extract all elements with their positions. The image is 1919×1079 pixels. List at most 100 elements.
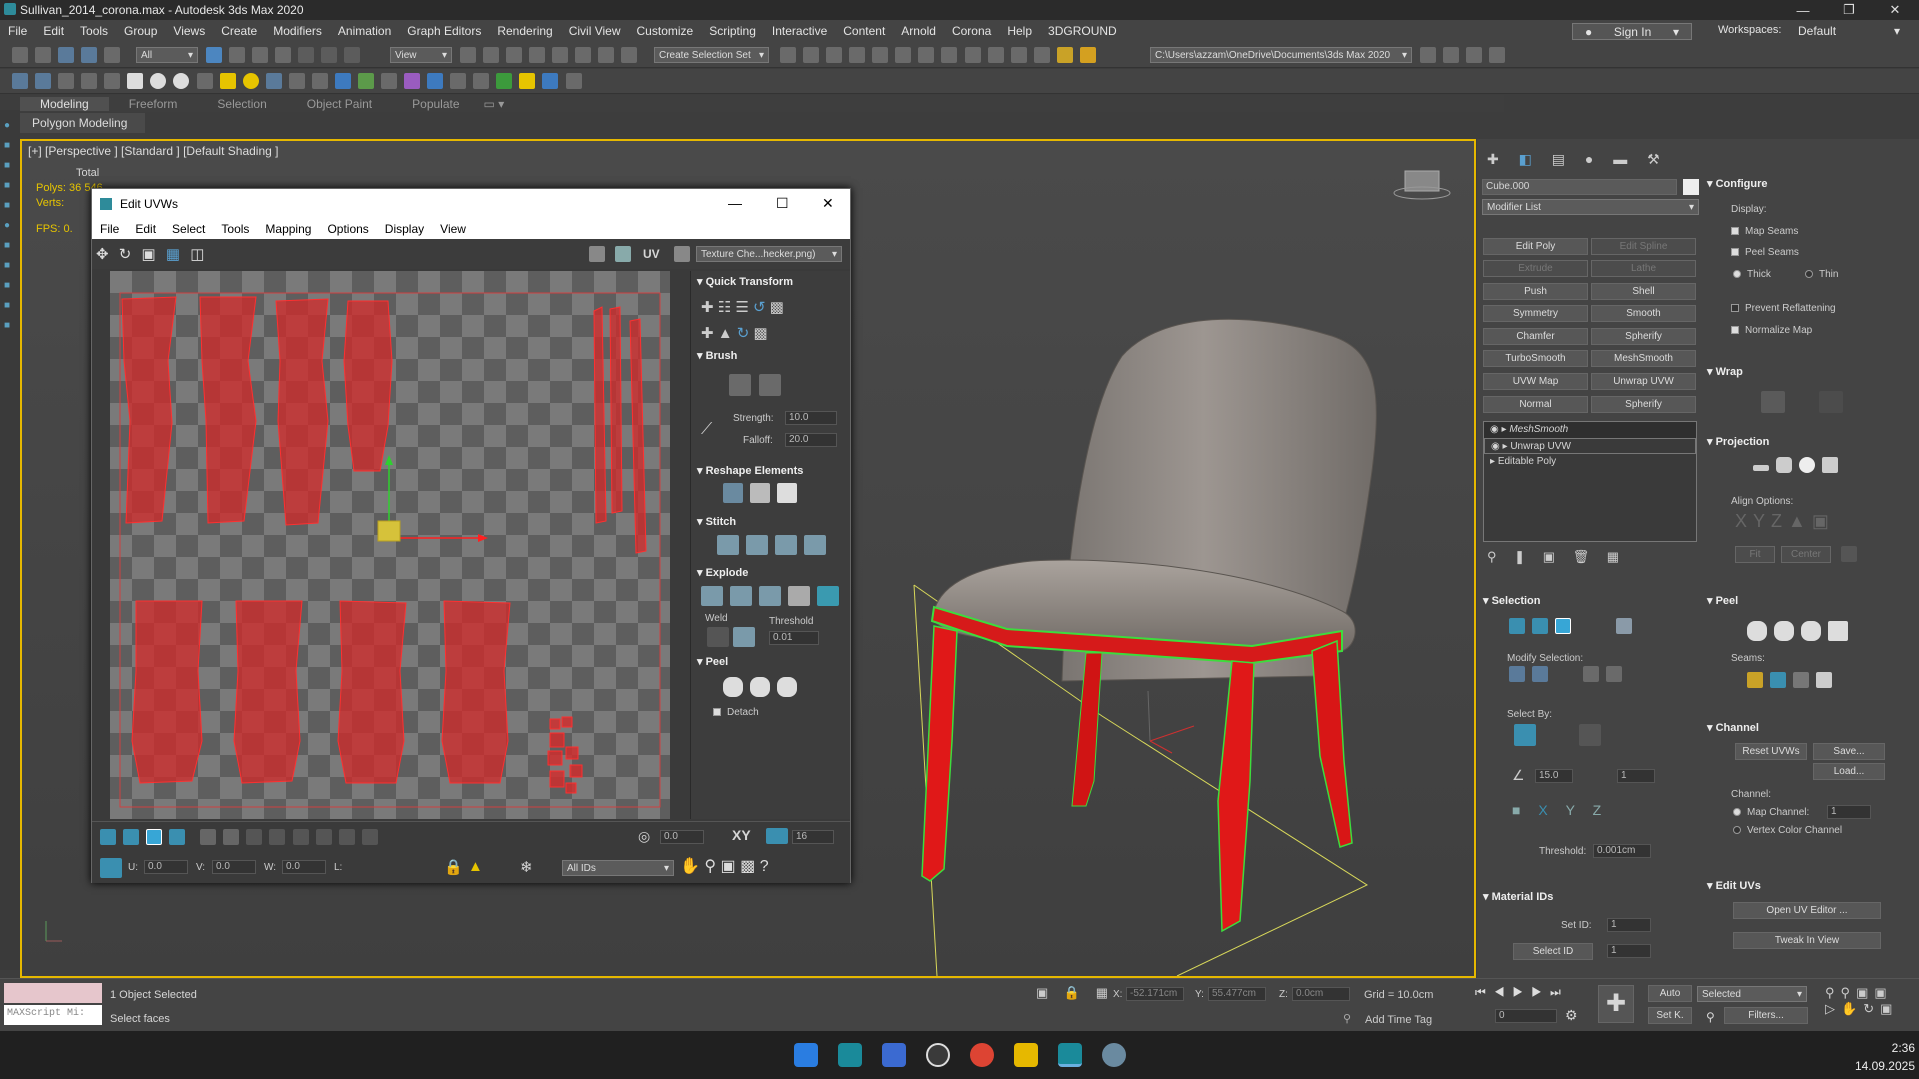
make-unique-icon[interactable]: ▣ <box>1543 549 1555 564</box>
workspaces-dropdown[interactable]: Default ▾ <box>1785 23 1913 39</box>
object-color-swatch[interactable] <box>1683 179 1699 195</box>
channel-rollout-title[interactable]: ▾ Channel <box>1707 721 1759 734</box>
plane-icon[interactable] <box>127 73 144 89</box>
uv-menu-edit[interactable]: Edit <box>127 222 164 236</box>
uv-island[interactable] <box>549 718 561 730</box>
uv-ring-grow-icon[interactable] <box>292 829 309 845</box>
isolate-icon[interactable] <box>58 73 75 89</box>
reset-uvws-button[interactable]: Reset UVWs <box>1735 743 1807 760</box>
maxscript-listener[interactable] <box>4 983 102 1003</box>
key-filters-icon[interactable]: ⚲ <box>1706 1010 1715 1024</box>
grid-snap-icon[interactable] <box>766 828 788 844</box>
uv-face-mode-icon[interactable] <box>146 829 163 845</box>
settings-taskbar-icon[interactable] <box>1102 1043 1126 1067</box>
clock-time[interactable]: 2:36 <box>1840 1041 1915 1055</box>
menu-interactive[interactable]: Interactive <box>764 24 835 38</box>
folder-settings-icon[interactable] <box>1489 47 1506 63</box>
uv-island[interactable] <box>565 746 579 760</box>
next-frame-icon[interactable]: ▶ <box>1531 985 1550 999</box>
close-icon[interactable]: ✕ <box>1872 0 1918 20</box>
mirror-icon[interactable] <box>780 47 796 63</box>
viewport-layout-icon[interactable]: ● <box>4 116 16 136</box>
container-icon[interactable] <box>12 73 28 89</box>
select-by-element-icon[interactable] <box>1514 724 1536 746</box>
edit-named-selection-icon[interactable] <box>621 47 638 63</box>
menu-edit[interactable]: Edit <box>35 24 72 38</box>
snap-toggle-icon[interactable] <box>529 47 546 63</box>
relax-brush-icon[interactable] <box>759 374 781 396</box>
folder-icon[interactable] <box>1420 47 1436 63</box>
time-config-icon[interactable]: ⚙ <box>1565 1007 1578 1024</box>
map-channel-spinner[interactable]: 1 <box>1827 805 1871 819</box>
uv-reset-peel-icon[interactable] <box>777 677 798 697</box>
pin-peel-icon[interactable] <box>1828 621 1849 641</box>
keyboard-shortcut-icon[interactable] <box>506 47 523 63</box>
brush-rollout[interactable]: ▾ Brush <box>697 349 737 362</box>
menu-civil-view[interactable]: Civil View <box>561 24 629 38</box>
zoom-extents-icon[interactable]: ▩ <box>740 858 755 875</box>
uv-island[interactable] <box>233 600 303 784</box>
edge-mode-icon[interactable] <box>1532 618 1549 634</box>
layer-explorer-icon[interactable] <box>849 47 866 63</box>
tab-freeform[interactable]: Freeform <box>109 97 198 111</box>
quick-peel-icon[interactable] <box>1747 621 1767 641</box>
grow-spinner[interactable]: 1 <box>1617 769 1655 783</box>
eye-icon[interactable]: ◉ <box>1490 424 1499 435</box>
vertex-mode-icon[interactable] <box>1509 618 1525 634</box>
auto-key-button[interactable]: Auto <box>1648 985 1692 1002</box>
tree-icon[interactable] <box>357 73 374 89</box>
tab-object-paint[interactable]: Object Paint <box>287 97 392 111</box>
select-object-icon[interactable] <box>206 47 222 63</box>
uv-island[interactable] <box>629 318 647 554</box>
uv-island[interactable] <box>549 770 565 788</box>
map-channel-radio[interactable]: Map Channel: <box>1733 807 1809 818</box>
tweak-in-view-button[interactable]: Tweak In View <box>1733 932 1881 949</box>
viewcube[interactable] <box>1393 170 1451 200</box>
detach-checkbox[interactable]: Detach <box>713 707 759 718</box>
stitch-average-icon[interactable] <box>775 535 798 555</box>
edge-sel-to-seams-icon[interactable] <box>1793 672 1810 688</box>
scene-states-icon[interactable]: ■ <box>4 156 16 176</box>
key-filters-button[interactable]: Filters... <box>1724 1007 1808 1024</box>
selection-threshold-spinner[interactable]: 0.001cm <box>1593 844 1651 858</box>
z-coord-field[interactable]: 0.0cm <box>1292 987 1350 1001</box>
menu-file[interactable]: File <box>0 24 35 38</box>
menu-views[interactable]: Views <box>165 24 213 38</box>
layer-tool-icon[interactable]: ■ <box>4 296 16 316</box>
uv-rotate-icon[interactable]: ↻ <box>119 246 132 263</box>
refresh-icon[interactable] <box>496 73 513 89</box>
minimize-icon[interactable]: — <box>1780 0 1826 20</box>
uv-island[interactable] <box>547 750 563 766</box>
add-time-tag-label[interactable]: Add Time Tag <box>1365 1014 1432 1026</box>
windows-start-icon[interactable] <box>794 1043 818 1067</box>
uv-freeform-icon[interactable]: ▦ <box>166 246 180 263</box>
set-key-button[interactable]: Set K. <box>1648 1007 1692 1024</box>
weld-threshold-spinner[interactable]: 0.01 <box>769 631 819 645</box>
align-horizontal-icon[interactable]: ☷ <box>718 299 731 316</box>
converter-icon[interactable] <box>427 73 444 89</box>
link-tool-icon[interactable]: ■ <box>4 316 16 336</box>
stitch-source-icon[interactable] <box>746 535 769 555</box>
freeze-icon[interactable]: ❄ <box>520 858 533 876</box>
layers-icon[interactable] <box>81 73 98 89</box>
u-spinner[interactable]: 0.0 <box>144 860 188 874</box>
space-vertical-icon[interactable]: ▩ <box>754 325 768 342</box>
uv-move-gizmo[interactable] <box>377 455 488 542</box>
relax-icon[interactable] <box>750 483 771 503</box>
uv-island[interactable] <box>609 306 623 514</box>
peel-seams-checkbox[interactable]: Peel Seams <box>1731 247 1799 258</box>
menu-rendering[interactable]: Rendering <box>489 24 560 38</box>
uv-loop-icon[interactable] <box>246 829 263 845</box>
zoom-all-icon[interactable]: ⚲ <box>1841 985 1857 1000</box>
menu-modifiers[interactable]: Modifiers <box>265 24 330 38</box>
script-icon[interactable] <box>450 73 467 89</box>
soft-selection-icon[interactable]: ◎ <box>638 828 650 845</box>
spinner-snap-icon[interactable] <box>598 47 615 63</box>
go-to-start-icon[interactable]: ⏮ <box>1475 985 1494 999</box>
uv-island[interactable] <box>565 782 577 794</box>
uv-menu-select[interactable]: Select <box>164 222 213 236</box>
corona-tools-icon[interactable] <box>1079 47 1096 63</box>
reshape-elements-rollout[interactable]: ▾ Reshape Elements <box>697 464 803 477</box>
menu-group[interactable]: Group <box>116 24 165 38</box>
normal-button[interactable]: Normal <box>1483 396 1588 413</box>
